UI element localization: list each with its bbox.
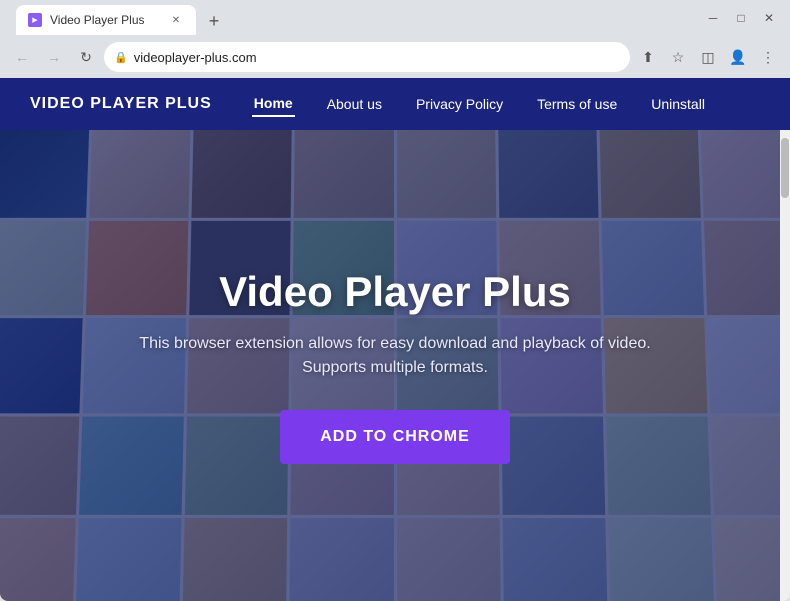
bookmark-icon[interactable]: ☆ bbox=[664, 43, 692, 71]
tab-close-button[interactable]: ✕ bbox=[168, 12, 184, 28]
site-nav-header: VIDEO PLAYER PLUS Home About us Privacy … bbox=[0, 78, 790, 130]
minimize-button[interactable]: ─ bbox=[700, 9, 726, 27]
tab-bar: Video Player Plus ✕ + bbox=[8, 1, 696, 35]
new-tab-button[interactable]: + bbox=[200, 7, 228, 35]
scrollbar-thumb[interactable] bbox=[781, 138, 789, 198]
title-bar: Video Player Plus ✕ + ─ □ ✕ bbox=[0, 0, 790, 36]
title-bar-controls: ─ □ ✕ bbox=[700, 9, 782, 27]
browser-tab[interactable]: Video Player Plus ✕ bbox=[16, 5, 196, 35]
maximize-button[interactable]: □ bbox=[728, 9, 754, 27]
address-bar[interactable]: 🔒 videoplayer-plus.com bbox=[104, 42, 630, 72]
nav-links: Home About us Privacy Policy Terms of us… bbox=[252, 91, 707, 117]
profile-icon[interactable]: 👤 bbox=[724, 43, 752, 71]
lock-icon: 🔒 bbox=[114, 51, 128, 64]
extensions-icon[interactable]: ◫ bbox=[694, 43, 722, 71]
site-logo: VIDEO PLAYER PLUS bbox=[30, 95, 212, 113]
share-icon[interactable]: ⬆ bbox=[634, 43, 662, 71]
forward-button[interactable]: → bbox=[40, 43, 68, 71]
nav-about[interactable]: About us bbox=[325, 92, 384, 116]
browser-frame: Video Player Plus ✕ + ─ □ ✕ ← → ↻ 🔒 vide… bbox=[0, 0, 790, 601]
address-bar-row: ← → ↻ 🔒 videoplayer-plus.com ⬆ ☆ ◫ 👤 ⋮ bbox=[0, 36, 790, 78]
nav-terms[interactable]: Terms of use bbox=[535, 92, 619, 116]
scrollbar[interactable] bbox=[780, 130, 790, 601]
page-content: VIDEO PLAYER PLUS Home About us Privacy … bbox=[0, 78, 790, 601]
nav-uninstall[interactable]: Uninstall bbox=[649, 92, 707, 116]
reload-button[interactable]: ↻ bbox=[72, 43, 100, 71]
address-text: videoplayer-plus.com bbox=[134, 50, 620, 65]
hero-title: Video Player Plus bbox=[115, 268, 675, 316]
close-button[interactable]: ✕ bbox=[756, 9, 782, 27]
menu-icon[interactable]: ⋮ bbox=[754, 43, 782, 71]
nav-privacy[interactable]: Privacy Policy bbox=[414, 92, 505, 116]
toolbar-icons: ⬆ ☆ ◫ 👤 ⋮ bbox=[634, 43, 782, 71]
back-button[interactable]: ← bbox=[8, 43, 36, 71]
add-to-chrome-button[interactable]: ADD TO CHROME bbox=[280, 410, 510, 464]
tab-favicon-icon bbox=[28, 13, 42, 27]
hero-description: This browser extension allows for easy d… bbox=[115, 332, 675, 380]
hero-content: Video Player Plus This browser extension… bbox=[95, 248, 695, 484]
nav-home[interactable]: Home bbox=[252, 91, 295, 117]
hero-section: Video Player Plus This browser extension… bbox=[0, 130, 790, 601]
tab-title: Video Player Plus bbox=[50, 13, 160, 27]
